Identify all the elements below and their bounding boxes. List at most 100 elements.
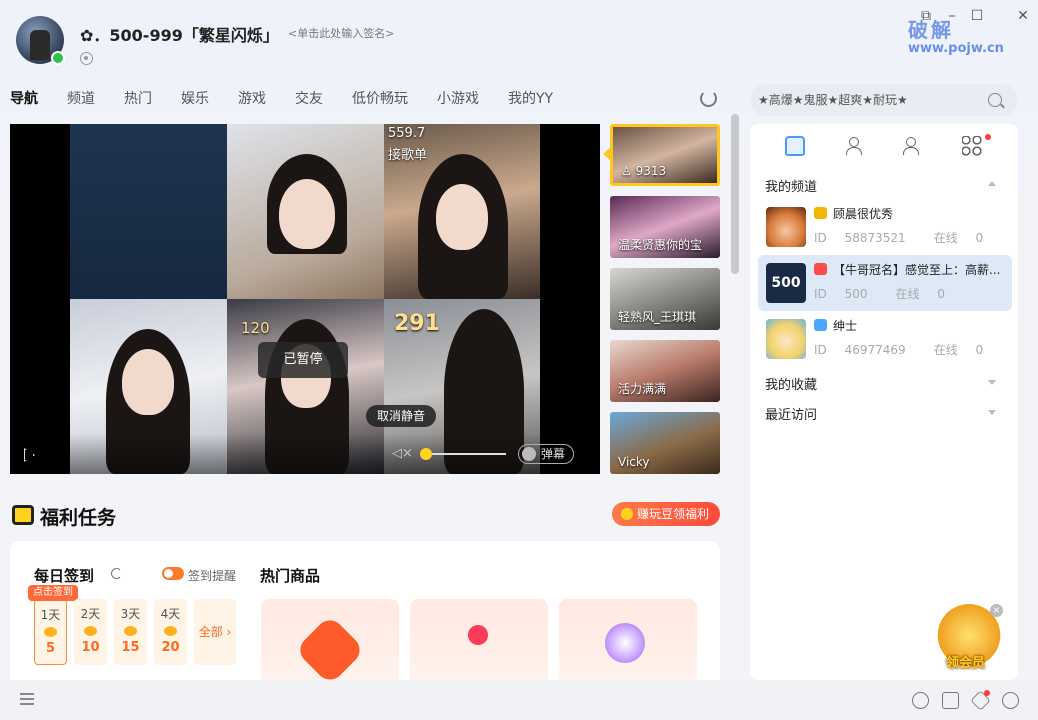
viewer-count-value: 9313 [635, 164, 667, 178]
checkin-badge[interactable]: 点击签到 [28, 585, 78, 601]
apps-grid-icon[interactable] [962, 136, 982, 156]
checkin-refresh-icon[interactable] [111, 568, 122, 579]
mini-mode-icon[interactable]: ⧉ [917, 8, 935, 24]
product-card[interactable] [261, 599, 399, 691]
channel-avatar [766, 207, 806, 247]
channel-item[interactable]: 顾晨很优秀 ID 58873521 在线 0 [758, 199, 1012, 255]
channel-avatar: 500 [766, 263, 806, 303]
menu-icon[interactable] [20, 693, 34, 705]
main-scrollbar[interactable] [731, 114, 739, 274]
channel-role-badge [814, 263, 827, 275]
heart-hand-icon [468, 625, 488, 645]
hot-products-title: 热门商品 [260, 567, 321, 585]
bean-icon [84, 626, 97, 636]
paused-overlay: 已暂停 [258, 342, 348, 378]
user-icon[interactable] [844, 136, 864, 156]
bean-icon [44, 627, 57, 637]
online-status-dot [51, 51, 65, 65]
tab-channels[interactable]: 频道 [67, 86, 95, 112]
channel-online-label: 在线 [933, 343, 958, 357]
channel-online: 0 [975, 343, 984, 357]
day-label: 3天 [120, 607, 141, 621]
tab-entertainment[interactable]: 娱乐 [181, 86, 209, 112]
thumb-item[interactable]: 温柔贤惠你的宝 [610, 196, 720, 258]
collapse-icon[interactable] [988, 181, 996, 186]
video-cell-3: 559.7 接歌单 [384, 124, 540, 299]
welfare-title: 福利任务 [40, 507, 117, 529]
channel-search [750, 84, 1018, 116]
product-card[interactable] [410, 599, 548, 691]
expand-icon[interactable] [988, 410, 996, 415]
video-record-icon[interactable] [942, 692, 959, 709]
expand-icon[interactable] [988, 380, 996, 385]
day-label: 1天 [40, 608, 61, 622]
my-channels-header[interactable]: 我的频道 [765, 176, 817, 195]
header: ✿．500-999「繁星闪烁」 <单击此处输入签名> 破解 www.pojw.c… [0, 0, 1038, 80]
checkin-title: 每日签到 [34, 567, 95, 585]
streamer-face [279, 179, 335, 249]
my-favorites-header[interactable]: 我的收藏 [765, 374, 817, 393]
thumb-item[interactable]: Vicky [610, 412, 720, 474]
tab-games[interactable]: 游戏 [238, 86, 266, 112]
close-icon[interactable]: ✕ [1014, 8, 1032, 24]
day-reward: 10 [81, 640, 100, 655]
volume-knob[interactable] [420, 448, 433, 460]
home-icon[interactable] [785, 136, 805, 156]
bean-icon [124, 626, 137, 636]
bottom-toolbar [0, 680, 1038, 720]
refresh-icon[interactable] [700, 90, 717, 107]
checkin-day-1[interactable]: 1天 5 [34, 599, 67, 665]
tab-budget-play[interactable]: 低价畅玩 [352, 86, 408, 112]
avatar-figure [30, 30, 50, 60]
checkin-remind-label: 签到提醒 [188, 569, 237, 583]
volume-muted-icon[interactable]: ◁× [392, 446, 413, 462]
volume-slider[interactable] [420, 448, 506, 460]
download-icon[interactable] [912, 692, 929, 709]
tab-mini-games[interactable]: 小游戏 [437, 86, 479, 112]
product-card[interactable] [559, 599, 697, 691]
channel-id-label: ID [814, 343, 827, 357]
viewer-count: ♙ 9313 [621, 164, 667, 178]
channel-online-label: 在线 [933, 231, 958, 245]
vip-label[interactable]: 领会员 [946, 652, 985, 671]
channel-id-label: ID [814, 231, 827, 245]
live-video-player[interactable]: 559.7 接歌单 120 291 已暂停 取消静音 ◁× 弹幕 [10, 124, 600, 474]
tab-my-yy[interactable]: 我的YY [508, 86, 553, 112]
visibility-eye-icon[interactable] [80, 52, 93, 65]
player-controls: ◁× 弹幕 [10, 434, 600, 474]
welfare-bag-icon [12, 505, 34, 525]
vip-close-icon[interactable]: × [990, 604, 1003, 617]
day-reward: 5 [45, 641, 56, 656]
active-thumb-arrow [603, 148, 610, 160]
earn-beans-button[interactable]: 赚玩豆领福利 [612, 502, 720, 526]
user-name[interactable]: ✿．500-999「繁星闪烁」 [80, 22, 279, 46]
tab-hot[interactable]: 热门 [124, 86, 152, 112]
channel-id-label: ID [814, 287, 827, 301]
channel-item[interactable]: 500 【牛哥冠名】感觉至上：高薪... ID 500 在线 0 [758, 255, 1012, 311]
streamer-face [436, 184, 488, 250]
search-input[interactable] [758, 92, 978, 106]
thumb-item[interactable]: ♙ 9313 [610, 124, 720, 186]
crown-badge-icon [294, 614, 366, 686]
search-icon[interactable] [988, 93, 1002, 107]
day-label: 2天 [80, 607, 101, 621]
friends-icon[interactable] [903, 136, 923, 156]
checkin-remind-toggle[interactable] [162, 567, 184, 580]
tab-social[interactable]: 交友 [295, 86, 323, 112]
play-icon[interactable] [24, 448, 35, 462]
danmaku-toggle[interactable]: 弹幕 [518, 444, 574, 464]
channel-item[interactable]: 绅士 ID 46977469 在线 0 [758, 311, 1012, 367]
channel-online: 0 [937, 287, 945, 301]
thumb-item[interactable]: 活力满满 [610, 340, 720, 402]
thumb-item[interactable]: 轻熟风_王琪琪 [610, 268, 720, 330]
search-icon[interactable] [1002, 692, 1019, 709]
minimize-icon[interactable]: – [943, 8, 961, 24]
song-list-label: 接歌单 [388, 148, 428, 163]
tab-navigation[interactable]: 导航 [6, 86, 38, 112]
checkin-all-link[interactable]: 全部 › [194, 599, 236, 665]
maximize-icon[interactable]: ☐ [968, 8, 986, 24]
gift-count-label: 291 [394, 311, 440, 336]
signature-input[interactable]: <单击此处输入签名> [288, 25, 394, 41]
channel-meta: ID 46977469 在线 0 [814, 341, 1011, 358]
recent-visits-header[interactable]: 最近访问 [765, 404, 817, 423]
